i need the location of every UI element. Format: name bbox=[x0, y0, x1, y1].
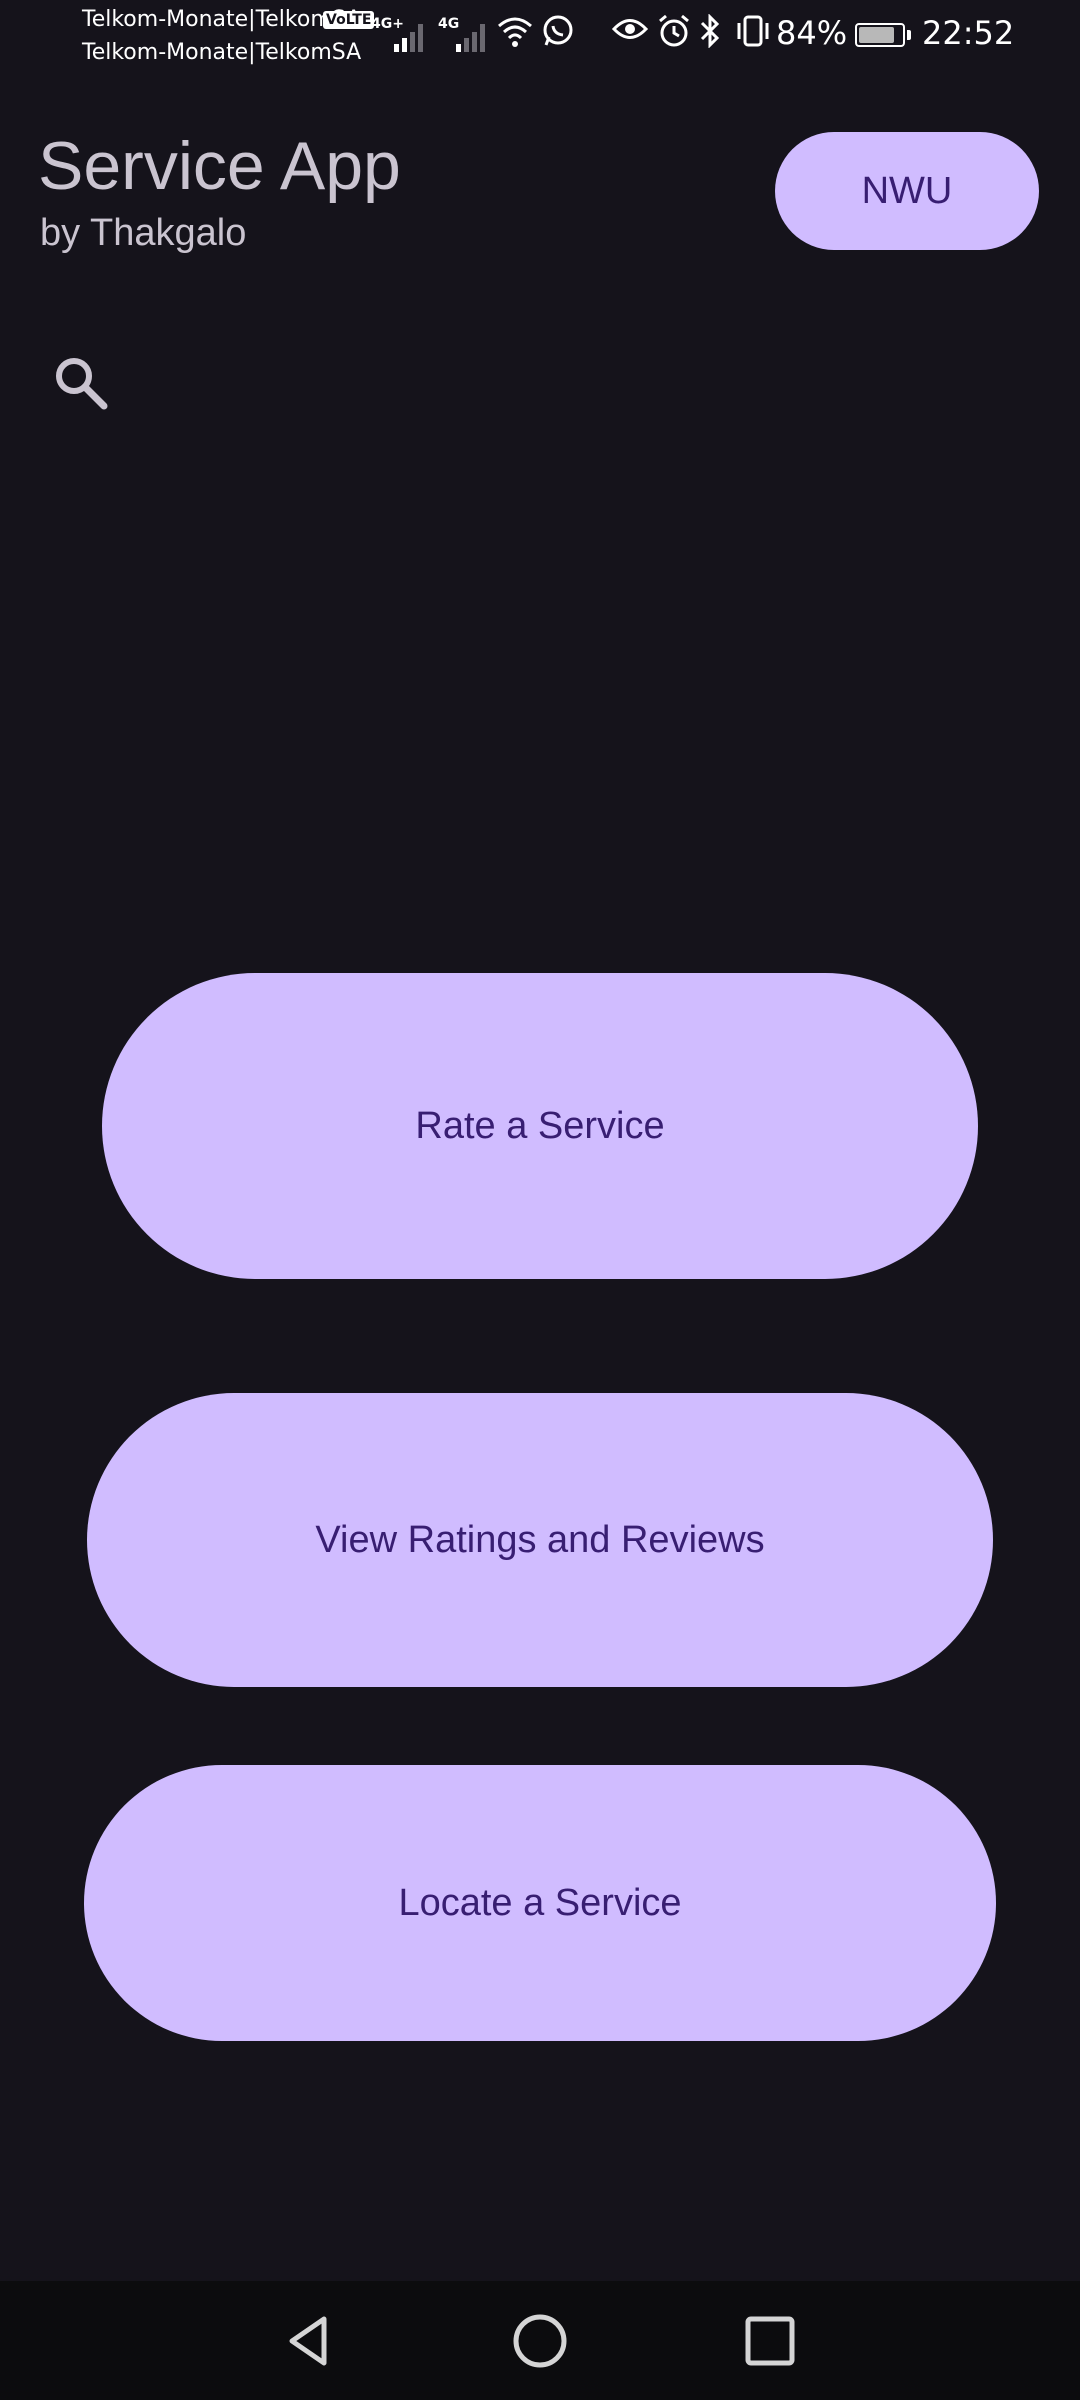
back-icon[interactable] bbox=[280, 2311, 340, 2371]
navigation-bar bbox=[0, 2281, 1080, 2400]
eye-icon bbox=[612, 19, 648, 39]
whatsapp-icon bbox=[543, 15, 573, 46]
home-icon[interactable] bbox=[510, 2311, 570, 2371]
battery-cap bbox=[907, 30, 911, 40]
nwu-button[interactable]: NWU bbox=[775, 132, 1039, 250]
wifi-icon bbox=[498, 17, 532, 47]
app-subtitle: by Thakgalo bbox=[40, 212, 247, 254]
locate-service-button[interactable]: Locate a Service bbox=[84, 1765, 996, 2041]
carrier-name-secondary: Telkom-Monate|TelkomSA bbox=[82, 40, 362, 65]
view-ratings-button[interactable]: View Ratings and Reviews bbox=[87, 1393, 993, 1687]
bluetooth-icon bbox=[700, 14, 720, 48]
carrier-name-primary: Telkom-Monate|TelkomSA bbox=[82, 7, 362, 32]
status-bar: Telkom-Monate|TelkomSA Telkom-Monate|Tel… bbox=[0, 0, 1080, 72]
vibrate-icon bbox=[737, 15, 769, 47]
battery-icon bbox=[855, 23, 905, 47]
search-icon[interactable] bbox=[50, 352, 110, 412]
battery-percentage: 84% bbox=[776, 14, 848, 52]
alarm-icon bbox=[659, 14, 689, 47]
signal-strength-icon bbox=[394, 22, 423, 52]
app-title: Service App bbox=[38, 128, 401, 204]
screen: Telkom-Monate|TelkomSA Telkom-Monate|Tel… bbox=[0, 0, 1080, 2400]
signal-strength-icon-2 bbox=[456, 22, 485, 52]
recents-icon[interactable] bbox=[740, 2311, 800, 2371]
volte-badge: VoLTE bbox=[323, 11, 375, 29]
clock: 22:52 bbox=[922, 14, 1015, 52]
rate-service-button[interactable]: Rate a Service bbox=[102, 973, 978, 1279]
